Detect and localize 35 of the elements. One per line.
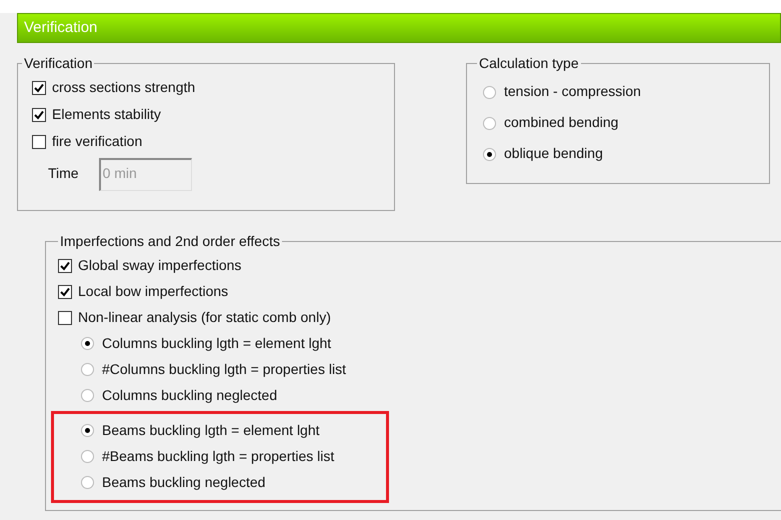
checkbox-label: Global sway imperfections xyxy=(78,256,242,274)
radio-button[interactable] xyxy=(81,424,94,437)
radio-label: Beams buckling neglected xyxy=(102,474,266,492)
checkbox[interactable] xyxy=(32,81,46,95)
checkbox[interactable] xyxy=(32,108,46,122)
checkbox[interactable] xyxy=(58,258,72,272)
radio-label: Columns buckling neglected xyxy=(102,386,278,404)
checkbox[interactable] xyxy=(58,284,72,298)
radio-button[interactable] xyxy=(81,450,94,463)
radio-button[interactable] xyxy=(81,337,94,350)
radio-button[interactable] xyxy=(483,86,496,98)
group-title: Verification xyxy=(23,55,94,72)
radio-label: Columns buckling lgth = element lght xyxy=(102,334,332,352)
checkbox-label: cross sections strength xyxy=(52,79,196,97)
group-title: Calculation type xyxy=(478,55,580,72)
time-label: Time xyxy=(48,165,79,183)
group-title: Imperfections and 2nd order effects xyxy=(59,233,281,250)
checkbox-label: Local bow imperfections xyxy=(78,282,228,300)
radio-label: Beams buckling lgth = element lght xyxy=(102,422,320,440)
title-bar: Verification xyxy=(17,13,781,43)
radio-label: #Beams buckling lgth = properties list xyxy=(102,448,334,466)
radio-button[interactable] xyxy=(483,148,496,160)
checkbox-label: Elements stability xyxy=(52,106,161,124)
radio-button[interactable] xyxy=(81,476,94,489)
checkbox[interactable] xyxy=(32,135,46,149)
checkbox[interactable] xyxy=(58,310,72,324)
radio-button[interactable] xyxy=(81,389,94,402)
radio-label: #Columns buckling lgth = properties list xyxy=(102,360,346,378)
radio-button[interactable] xyxy=(81,363,94,376)
radio-label: combined bending xyxy=(504,114,618,132)
checkbox-label: Non-linear analysis (for static comb only) xyxy=(78,308,331,326)
radio-label: oblique bending xyxy=(504,145,603,163)
radio-label: tension - compression xyxy=(504,83,641,101)
checkbox-label: fire verification xyxy=(52,133,142,151)
radio-button[interactable] xyxy=(483,116,496,130)
